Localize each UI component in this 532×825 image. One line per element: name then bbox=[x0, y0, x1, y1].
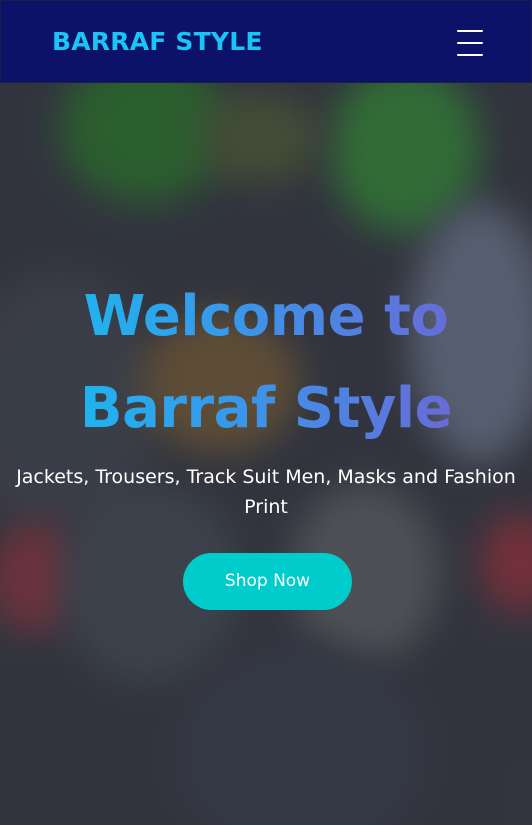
menu-line bbox=[457, 30, 483, 32]
page: BARRAF STYLE Welcome to Barraf Style Jac… bbox=[0, 0, 532, 825]
hamburger-menu-icon[interactable] bbox=[457, 29, 485, 57]
hero-title: Welcome to Barraf Style bbox=[0, 271, 532, 455]
brand-logo[interactable]: BARRAF STYLE bbox=[52, 23, 263, 61]
menu-line bbox=[457, 42, 483, 44]
hero-subtitle: Jackets, Trousers, Track Suit Men, Masks… bbox=[16, 466, 516, 518]
site-header: BARRAF STYLE bbox=[0, 0, 532, 83]
menu-line bbox=[457, 54, 483, 56]
shop-now-button[interactable]: Shop Now bbox=[183, 553, 352, 610]
